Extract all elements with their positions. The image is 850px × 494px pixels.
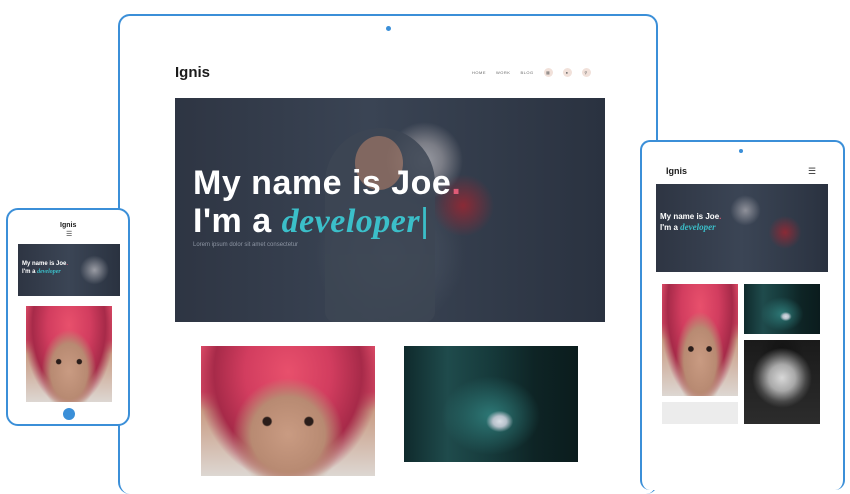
hero-accent-word: developer xyxy=(281,203,421,240)
nav-work-link[interactable]: WORK xyxy=(496,70,510,75)
tablet-camera-dot xyxy=(739,149,743,153)
phone-hero-title-line2: I'm a developer xyxy=(22,269,61,275)
phone-hero-title-line1: My name is Joe. xyxy=(22,261,69,267)
desktop-camera-dot xyxy=(386,26,391,31)
nav-blog-link[interactable]: BLOG xyxy=(520,70,533,75)
desktop-nav: HOME WORK BLOG ▦ ● ⚲ xyxy=(472,68,591,77)
phone-logo[interactable]: Ignis xyxy=(60,222,76,229)
tablet-image-light[interactable] xyxy=(662,402,738,424)
tablet-image-man-portrait[interactable] xyxy=(744,340,820,424)
portfolio-image-forest[interactable] xyxy=(404,346,578,462)
phone-image-red-hair-portrait[interactable] xyxy=(26,306,112,402)
hero-title-mark: . xyxy=(451,164,462,202)
portfolio-image-red-hair-portrait[interactable] xyxy=(201,346,375,476)
desktop-logo[interactable]: Ignis xyxy=(175,64,210,81)
desktop-device-frame: Ignis HOME WORK BLOG ▦ ● ⚲ My name is Jo… xyxy=(118,14,658,494)
search-icon[interactable]: ⚲ xyxy=(581,68,591,77)
shopping-bag-icon[interactable]: ▦ xyxy=(543,68,553,77)
tablet-image-red-hair-portrait[interactable] xyxy=(662,284,738,396)
desktop-hero: My name is Joe. I'm a developer| Lorem i… xyxy=(175,98,605,322)
hamburger-menu-icon[interactable]: ☰ xyxy=(808,166,816,177)
hero-subtitle: Lorem ipsum dolor sit amet consectetur xyxy=(193,242,299,248)
phone-hero: My name is Joe. I'm a developer xyxy=(18,244,120,296)
tablet-hero-title-line2: I'm a developer xyxy=(660,222,716,232)
phone-hamburger-menu-icon[interactable]: ☰ xyxy=(66,230,72,238)
tablet-hero-title-line1: My name is Joe. xyxy=(660,212,722,221)
nav-home-link[interactable]: HOME xyxy=(472,70,486,75)
tablet-device-frame: Ignis ☰ My name is Joe. I'm a developer xyxy=(640,140,845,490)
hero-caret: | xyxy=(420,202,430,240)
tablet-hero: My name is Joe. I'm a developer xyxy=(656,184,828,272)
hero-title-line2: I'm a developer| xyxy=(193,202,430,240)
tablet-image-forest[interactable] xyxy=(744,284,820,334)
hero-title-line1: My name is Joe. xyxy=(193,164,462,202)
phone-home-button[interactable] xyxy=(63,408,75,420)
phone-device-frame: Ignis ☰ My name is Joe. I'm a developer xyxy=(6,208,130,426)
tablet-logo[interactable]: Ignis xyxy=(666,166,687,176)
user-icon[interactable]: ● xyxy=(562,68,572,77)
